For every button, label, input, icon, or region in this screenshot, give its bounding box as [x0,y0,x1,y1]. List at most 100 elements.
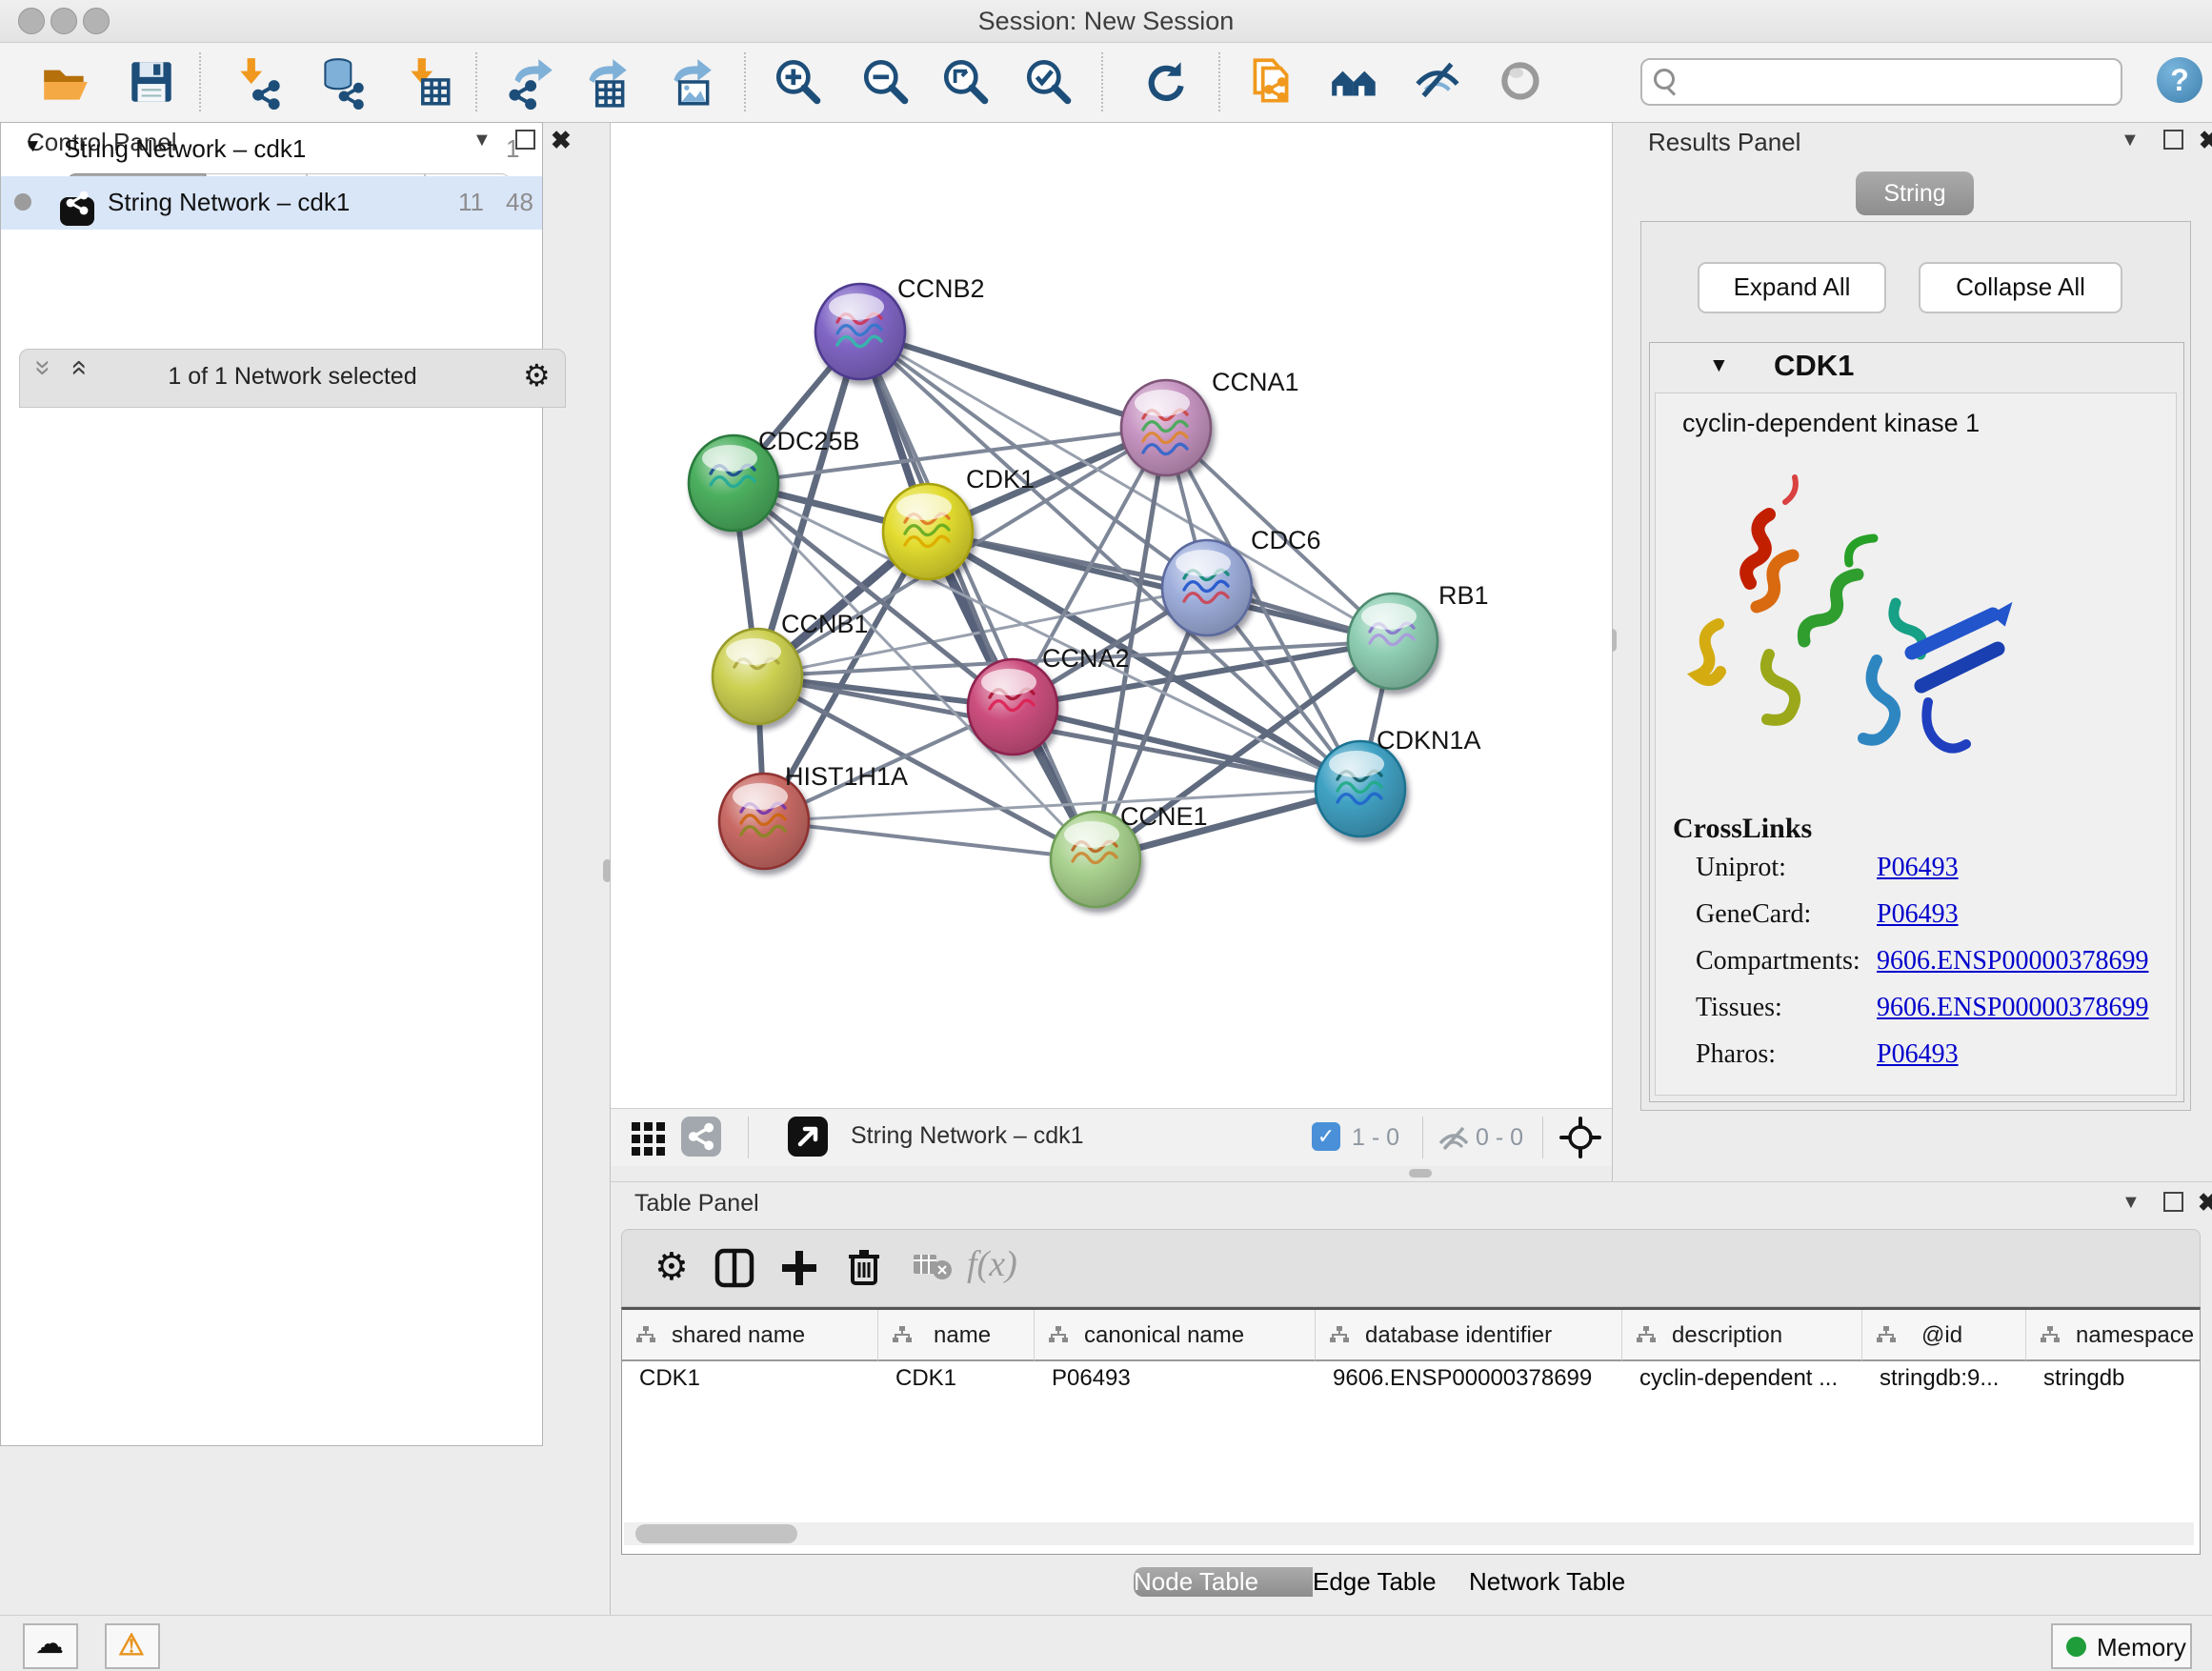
table-cell[interactable]: stringdb [2043,1365,2201,1392]
copy-network-icon[interactable] [1243,54,1298,110]
import-network-icon[interactable] [231,54,286,110]
memory-button[interactable]: Memory [2051,1623,2192,1669]
table-cell[interactable]: cyclin-dependent ... [1639,1365,1857,1392]
warning-icon: ⚠ [118,1628,145,1662]
open-file-icon[interactable] [38,54,93,110]
zoom-in-icon[interactable] [771,54,826,110]
table-cell[interactable]: CDK1 [639,1365,873,1392]
memory-status-dot [2066,1637,2086,1657]
selected-nodes-checkbox[interactable]: ✓ [1312,1122,1340,1151]
network-node-CCNA1[interactable] [1121,380,1211,475]
help-button[interactable]: ? [2157,57,2202,103]
tab-node-table[interactable]: Node Table [1134,1567,1313,1597]
crosslinks-title: CrossLinks [1673,813,1812,845]
table-cell[interactable]: 9606.ENSP00000378699 [1333,1365,1617,1392]
table-panel-title: Table Panel [634,1190,759,1218]
column-header-shared-name[interactable]: shared name [622,1310,878,1361]
node-label-RB1: RB1 [1438,581,1489,610]
crosslink-link[interactable]: P06493 [1877,899,1959,930]
network-overview-share-icon[interactable] [681,1117,721,1157]
network-browser-icon[interactable] [1328,54,1383,110]
column-header-description[interactable]: description [1622,1310,1862,1361]
network-collection-row[interactable]: ▼ String Network – cdk1 1 [1,123,542,176]
network-edge[interactable] [764,821,1096,859]
crosslink-link[interactable]: P06493 [1877,853,1959,883]
delete-table-icon[interactable] [914,1253,952,1286]
delete-column-trash-icon[interactable] [843,1245,885,1292]
import-database-icon[interactable] [314,54,370,110]
inactive-orb-icon[interactable] [1495,54,1550,110]
gene-section-expander-icon[interactable]: ▼ [1709,354,1729,377]
tab-string[interactable]: String [1856,171,1974,215]
crosslink-row: GeneCard:P06493 [1656,899,2178,946]
column-header-namespace[interactable]: namespace [2026,1310,2201,1361]
birdseye-grid-icon[interactable] [630,1118,668,1161]
warnings-button[interactable]: ⚠ [105,1623,160,1669]
crosslink-link[interactable]: 9606.ENSP00000378699 [1877,946,2148,976]
network-node-RB1[interactable] [1348,594,1438,689]
results-panel-menu-caret[interactable]: ▼ [2121,130,2140,151]
node-label-CCNA2: CCNA2 [1042,644,1130,673]
zoom-fit-icon[interactable] [938,54,994,110]
network-row-selected[interactable]: String Network – cdk1 11 48 [1,176,542,230]
table-cell[interactable]: stringdb:9... [1880,1365,2021,1392]
show-columns-icon[interactable] [714,1247,755,1294]
network-node-CCNA2[interactable] [968,659,1057,755]
column-header-canonical-name[interactable]: canonical name [1035,1310,1316,1361]
tab-edge-table[interactable]: Edge Table [1313,1567,1469,1597]
collection-expander-icon[interactable]: ▼ [24,136,42,157]
results-panel-close-button[interactable]: ✖ [2199,128,2212,152]
network-node-CCNB1[interactable] [713,629,802,724]
column-header-database-identifier[interactable]: database identifier [1316,1310,1622,1361]
export-image-icon[interactable] [662,54,717,110]
save-session-icon[interactable] [124,54,179,110]
scrollbar-thumb[interactable] [635,1524,797,1543]
splitter-handle[interactable] [1409,1169,1432,1178]
add-column-plus-icon[interactable] [778,1247,820,1294]
network-node-CCNB2[interactable] [815,284,905,379]
zoom-selected-icon[interactable] [1021,54,1076,110]
zoom-out-icon[interactable] [858,54,914,110]
control-panel-close-button[interactable]: ✖ [551,128,572,152]
network-edge[interactable] [860,332,1166,428]
function-builder-icon[interactable]: f(x) [967,1243,1017,1285]
network-node-CDC6[interactable] [1162,540,1252,635]
column-header-name[interactable]: name [878,1310,1035,1361]
crosslink-link[interactable]: 9606.ENSP00000378699 [1877,993,2148,1023]
column-header--id[interactable]: @id [1862,1310,2026,1361]
collapse-all-button[interactable]: Collapse All [1919,262,2122,313]
crosslink-link[interactable]: P06493 [1877,1039,1959,1070]
table-cell[interactable]: P06493 [1052,1365,1310,1392]
hide-panel-icon[interactable] [1412,54,1467,110]
column-type-icon [892,1325,913,1349]
export-table-icon[interactable] [577,54,633,110]
network-options-gear-icon[interactable]: ⚙ [523,357,551,393]
table-panel-menu-caret[interactable]: ▼ [2122,1192,2141,1214]
table-cell[interactable]: CDK1 [895,1365,1029,1392]
status-bar: ☁ ⚠ Memory [0,1615,2212,1671]
refresh-icon[interactable] [1137,54,1193,110]
crosslinks-list: Uniprot:P06493GeneCard:P06493Compartment… [1656,853,2178,1086]
results-panel-float-button[interactable] [2163,130,2183,150]
import-table-icon[interactable] [401,54,456,110]
open-in-window-icon[interactable] [788,1117,828,1157]
tab-network-table[interactable]: Network Table [1469,1567,1698,1597]
cloud-status-button[interactable]: ☁ [23,1623,78,1669]
export-network-icon[interactable] [503,54,558,110]
network-list: ▼ String Network – cdk1 1 String Network… [0,122,543,1446]
node-label-CDC6: CDC6 [1251,526,1321,554]
network-canvas[interactable]: CCNB2 CCNA1 CDC25B CDK1 CDC6 RB1 [611,123,1612,1108]
search-input[interactable] [1684,62,2107,98]
crosslink-row: Compartments:9606.ENSP00000378699 [1656,946,2178,993]
main-toolbar: ? [0,43,2212,123]
hidden-eye-icon[interactable] [1436,1120,1472,1161]
table-settings-gear-icon[interactable]: ⚙ [654,1245,689,1289]
table-panel-close-button[interactable]: ✖ [2198,1190,2212,1215]
table-panel-float-button[interactable] [2163,1192,2183,1212]
fit-selected-crosshair-icon[interactable] [1559,1117,1601,1163]
network-node-CDKN1A[interactable] [1316,741,1405,836]
expand-all-button[interactable]: Expand All [1698,262,1886,313]
network-edge[interactable] [928,532,1393,641]
application-window: Session: New Session ? Control Panel ▼ ✖… [0,0,2212,1671]
network-node-CDK1[interactable] [883,484,973,579]
